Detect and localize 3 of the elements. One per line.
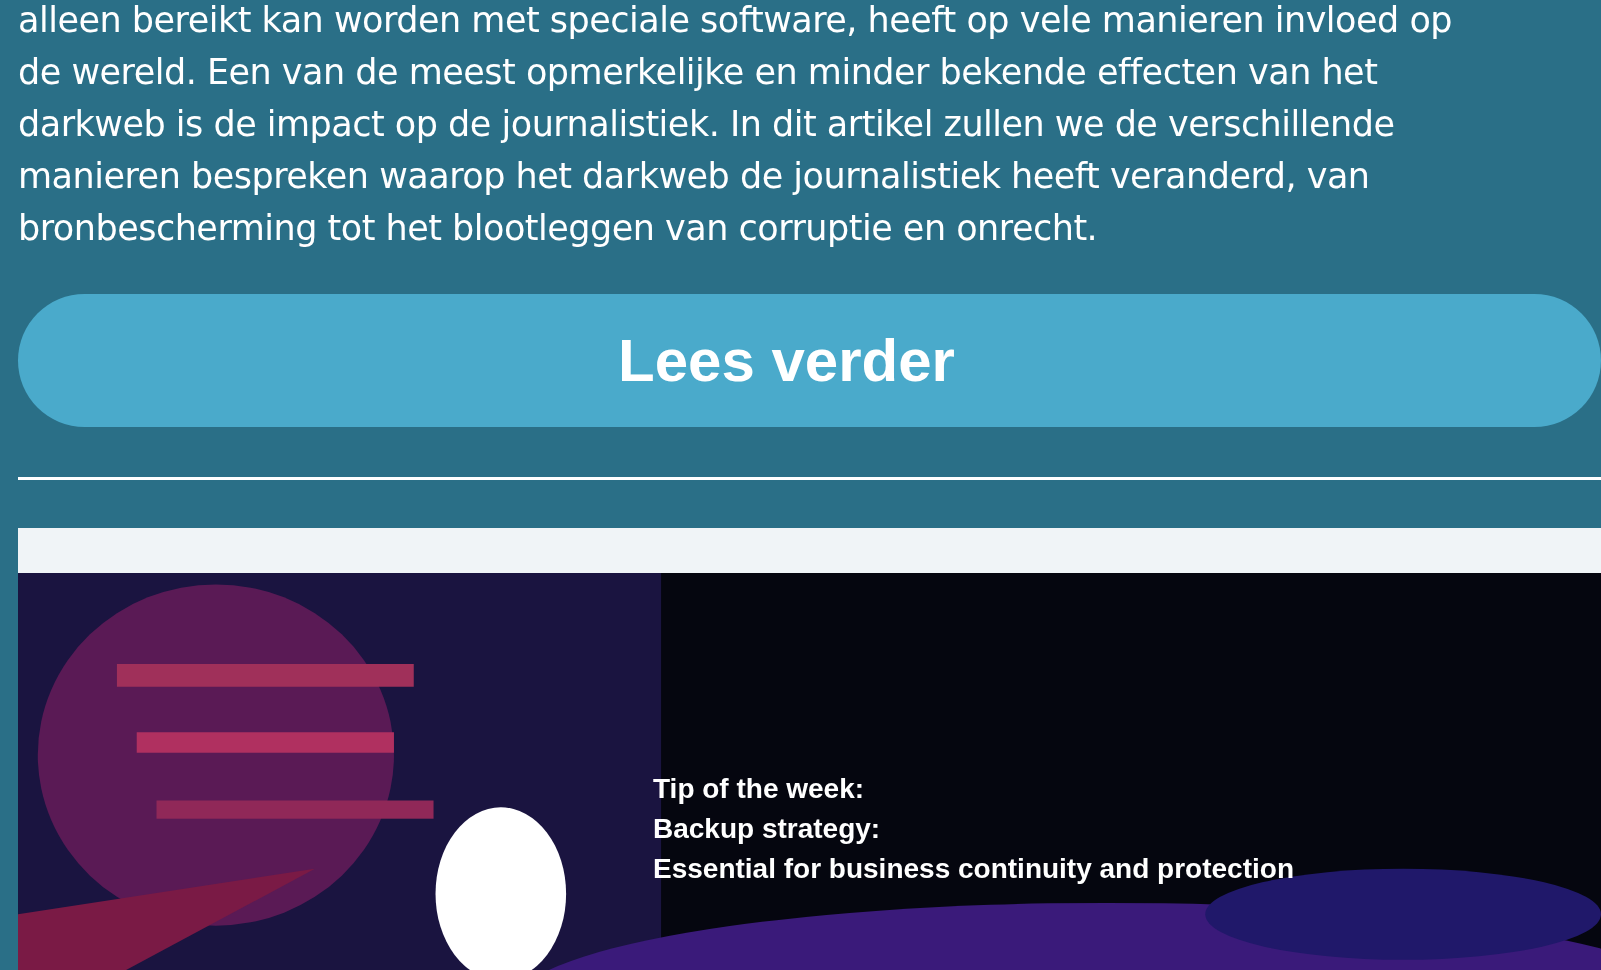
- article-excerpt: alleen bereikt kan worden met speciale software, heeft op vele manieren invloed op de wereld. Een van de meest opmerkelijke en minder bekende effecten van het darkweb is de impact op de journalistiek. In dit artikel zullen we de verschillende manieren bespreken waarop het darkweb de journalistiek heeft veranderd, van bronbescherming tot het blootleggen van corruptie en onrecht.: [18, 0, 1453, 250]
- banner-caption: Tip of the week: Backup strategy: Essential for business continuity and protection: [653, 772, 1294, 886]
- read-more-button[interactable]: Lees verder: [18, 294, 1601, 427]
